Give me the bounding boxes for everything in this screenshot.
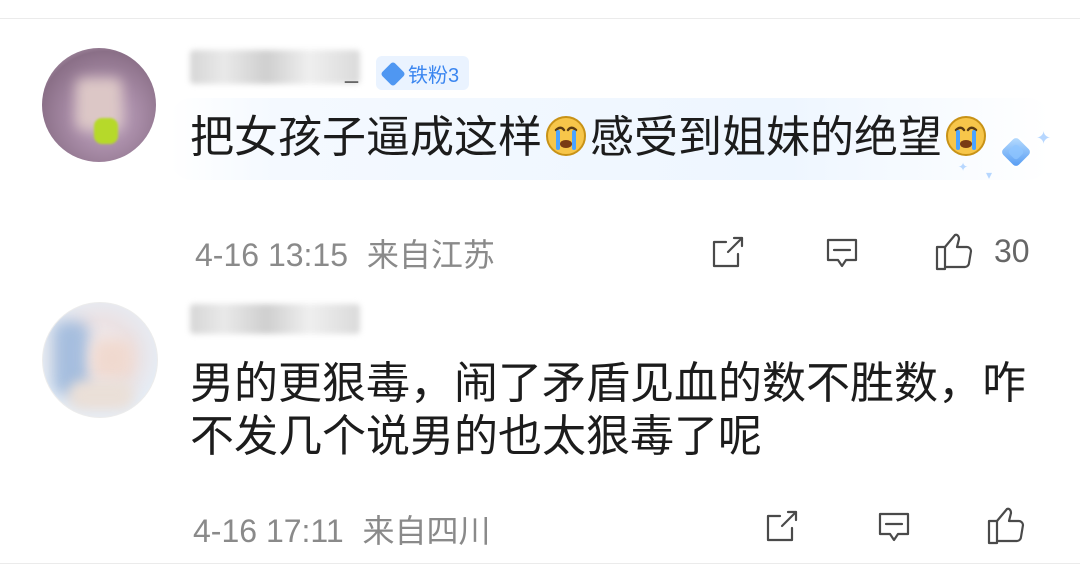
diamond-icon xyxy=(380,61,406,87)
avatar-blur xyxy=(69,381,133,409)
comment-text-part-2: 感受到姐妹的绝望 xyxy=(590,112,942,163)
comment-location: 来自四川 xyxy=(362,513,491,549)
crying-face-emoji xyxy=(946,116,986,156)
comment-time: 4-16 17:11 xyxy=(193,513,344,549)
username-redacted[interactable] xyxy=(190,304,360,334)
comment-meta: 4-16 13:15 来自江苏 xyxy=(195,230,495,276)
comment-icon xyxy=(826,238,858,268)
comment-text: 把女孩子逼成这样 感受到姐妹的绝望 xyxy=(190,112,1030,165)
fan-badge-label: 铁粉3 xyxy=(408,64,460,87)
fan-badge[interactable]: 铁粉3 xyxy=(376,56,470,90)
username-redacted[interactable] xyxy=(190,50,360,84)
like-count: 30 xyxy=(994,233,1030,269)
comment-button[interactable] xyxy=(872,504,916,548)
avatar-blur xyxy=(94,118,118,144)
bottom-divider xyxy=(0,563,1080,564)
crying-face-emoji xyxy=(546,116,586,156)
sparkle-icon: ✦ xyxy=(1036,128,1052,149)
like-button[interactable] xyxy=(930,228,976,274)
comment-item: _ 铁粉3 把女孩子逼成这样 感受到姐妹的绝望 ✦ ✦ ▾ 4-16 13:15… xyxy=(0,40,1080,290)
comment-location: 来自江苏 xyxy=(366,237,495,273)
thumbs-up-icon xyxy=(935,233,973,271)
share-button[interactable] xyxy=(760,504,804,548)
avatar-blur xyxy=(91,339,133,379)
share-button[interactable] xyxy=(706,230,750,274)
user-avatar[interactable] xyxy=(42,302,158,418)
thumbs-up-icon xyxy=(987,507,1025,545)
sparkle-icon: ✦ xyxy=(958,160,969,174)
diamond-ornament-icon xyxy=(1000,136,1032,168)
comment-button[interactable] xyxy=(820,230,864,274)
comment-text: 男的更狠毒，闹了矛盾见血的数不胜数，咋不发几个说男的也太狠毒了呢 xyxy=(190,358,1026,462)
comment-item: 男的更狠毒，闹了矛盾见血的数不胜数，咋不发几个说男的也太狠毒了呢 4-16 17… xyxy=(0,290,1080,560)
top-divider xyxy=(0,18,1080,19)
share-icon xyxy=(712,236,744,268)
comment-text-part-1: 把女孩子逼成这样 xyxy=(190,112,542,163)
user-avatar[interactable] xyxy=(42,48,156,162)
comment-icon xyxy=(878,512,910,542)
username-suffix[interactable]: _ xyxy=(345,54,359,84)
comment-time: 4-16 13:15 xyxy=(195,237,349,273)
share-icon xyxy=(766,510,798,542)
sparkle-icon: ▾ xyxy=(986,168,993,182)
comment-meta: 4-16 17:11 来自四川 xyxy=(193,506,491,552)
like-button[interactable] xyxy=(982,502,1028,548)
